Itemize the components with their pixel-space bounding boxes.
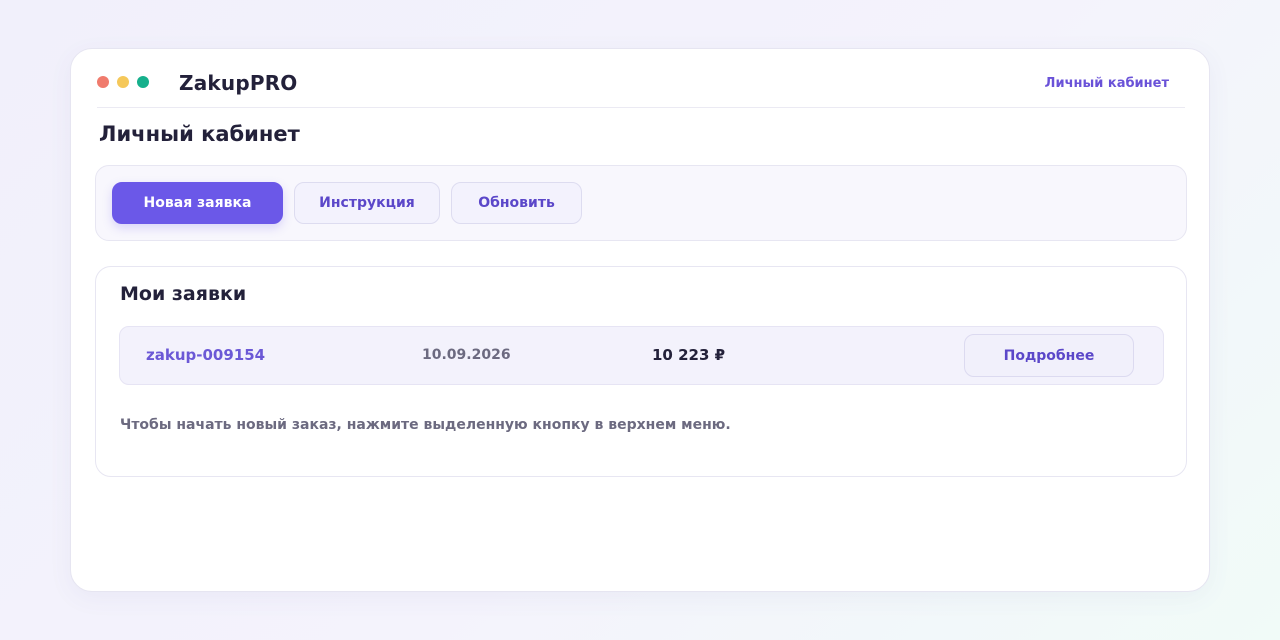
brand-logo: ZakupPRO xyxy=(179,71,298,95)
window-minimize-dot[interactable] xyxy=(117,76,129,88)
orders-title: Мои заявки xyxy=(120,283,247,305)
page-title: Личный кабинет xyxy=(99,122,300,146)
instructions-button[interactable]: Инструкция xyxy=(294,182,440,224)
top-bar: ZakupPRO Личный кабинет xyxy=(97,63,1185,108)
window-close-dot[interactable] xyxy=(97,76,109,88)
orders-panel: Мои заявки zakup-009154 10.09.2026 10 22… xyxy=(95,266,1187,477)
order-row: zakup-009154 10.09.2026 10 223 ₽ Подробн… xyxy=(119,326,1164,385)
order-details-button[interactable]: Подробнее xyxy=(964,334,1134,377)
window-maximize-dot[interactable] xyxy=(137,76,149,88)
new-request-button[interactable]: Новая заявка xyxy=(112,182,283,224)
order-amount: 10 223 ₽ xyxy=(652,346,726,364)
order-date: 10.09.2026 xyxy=(422,347,511,363)
hint-text: Чтобы начать новый заказ, нажмите выделе… xyxy=(120,417,731,433)
action-toolbar: Новая заявка Инструкция Обновить xyxy=(95,165,1187,241)
order-id-link[interactable]: zakup-009154 xyxy=(146,346,265,364)
refresh-button[interactable]: Обновить xyxy=(451,182,582,224)
app-window: ZakupPRO Личный кабинет Личный кабинет Н… xyxy=(70,48,1210,592)
account-link[interactable]: Личный кабинет xyxy=(1045,76,1169,91)
